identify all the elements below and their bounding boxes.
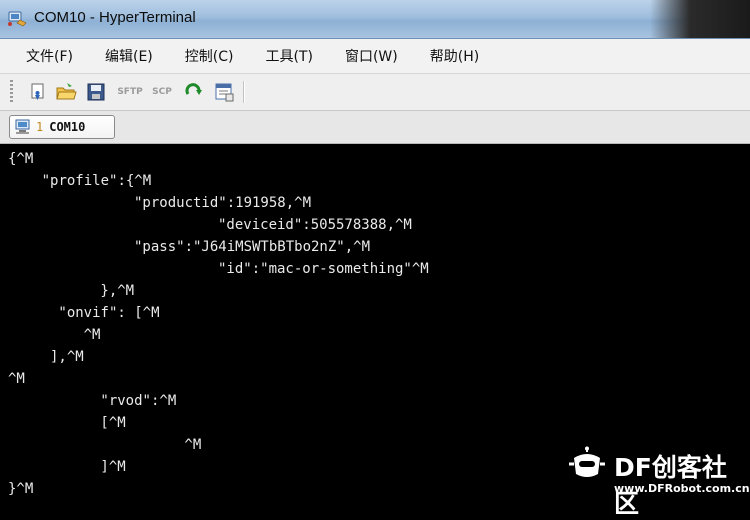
terminal-line: ^M bbox=[8, 371, 25, 387]
open-button[interactable] bbox=[54, 80, 78, 104]
menu-bar: 文件(F) 编辑(E) 控制(C) 工具(T) 窗口(W) 帮助(H) bbox=[0, 39, 750, 74]
terminal-line: }^M bbox=[8, 481, 34, 497]
terminal-line: {^M bbox=[8, 151, 34, 167]
terminal-line: "onvif": [^M bbox=[58, 305, 160, 321]
terminal-line: ],^M bbox=[50, 349, 84, 365]
new-connection-button[interactable] bbox=[26, 80, 50, 104]
dfrobot-robot-logo bbox=[569, 446, 605, 477]
open-folder-icon bbox=[56, 83, 77, 100]
terminal-line: ]^M bbox=[100, 459, 126, 475]
computer-icon bbox=[15, 119, 30, 134]
menu-edit[interactable]: 编辑(E) bbox=[93, 46, 165, 66]
terminal-line: ^M bbox=[83, 327, 101, 343]
scp-button[interactable]: SCP bbox=[150, 80, 174, 104]
title-bar-shadow bbox=[650, 0, 750, 38]
toolbar-separator bbox=[243, 81, 245, 103]
terminal-line: "profile":{^M bbox=[41, 173, 152, 189]
menu-window[interactable]: 窗口(W) bbox=[333, 46, 410, 66]
new-connection-icon bbox=[31, 83, 44, 100]
save-button[interactable] bbox=[84, 80, 108, 104]
terminal-line: [^M bbox=[100, 415, 126, 431]
menu-help[interactable]: 帮助(H) bbox=[418, 46, 491, 66]
session-tab-label: COM10 bbox=[49, 120, 86, 134]
terminal-line: "rvod":^M bbox=[100, 393, 177, 409]
session-tab-number: 1 bbox=[36, 120, 44, 134]
window-title: COM10 - HyperTerminal bbox=[34, 9, 196, 26]
toolbar-grip[interactable] bbox=[10, 80, 13, 104]
menu-tools[interactable]: 工具(T) bbox=[253, 46, 324, 66]
menu-control[interactable]: 控制(C) bbox=[173, 46, 246, 66]
properties-button[interactable] bbox=[212, 80, 236, 104]
session-tab-strip: 1 COM10 bbox=[0, 111, 750, 144]
title-bar[interactable]: COM10 - HyperTerminal bbox=[0, 0, 750, 39]
hyperterminal-app-icon bbox=[8, 11, 27, 27]
terminal-line: "deviceid":505578388,^M bbox=[218, 217, 412, 233]
watermark-url: www.DFRobot.com.cn bbox=[614, 482, 750, 495]
save-disk-icon bbox=[87, 83, 105, 101]
terminal-line: "productid":191958,^M bbox=[134, 195, 312, 211]
properties-window-icon bbox=[215, 83, 234, 102]
menu-file[interactable]: 文件(F) bbox=[14, 46, 85, 66]
terminal-line: "pass":"J64iMSWTbBTbo2nZ",^M bbox=[134, 239, 371, 255]
terminal-line: "id":"mac-or-something"^M bbox=[218, 261, 429, 277]
reconnect-button[interactable] bbox=[182, 80, 206, 104]
reconnect-arrow-icon bbox=[185, 83, 202, 95]
sftp-button[interactable]: SFTP bbox=[117, 80, 142, 104]
terminal-line: },^M bbox=[100, 283, 135, 299]
terminal-line: ^M bbox=[184, 437, 202, 453]
toolbar: SFTP SCP bbox=[0, 74, 750, 111]
session-tab-com10[interactable]: 1 COM10 bbox=[9, 115, 115, 139]
